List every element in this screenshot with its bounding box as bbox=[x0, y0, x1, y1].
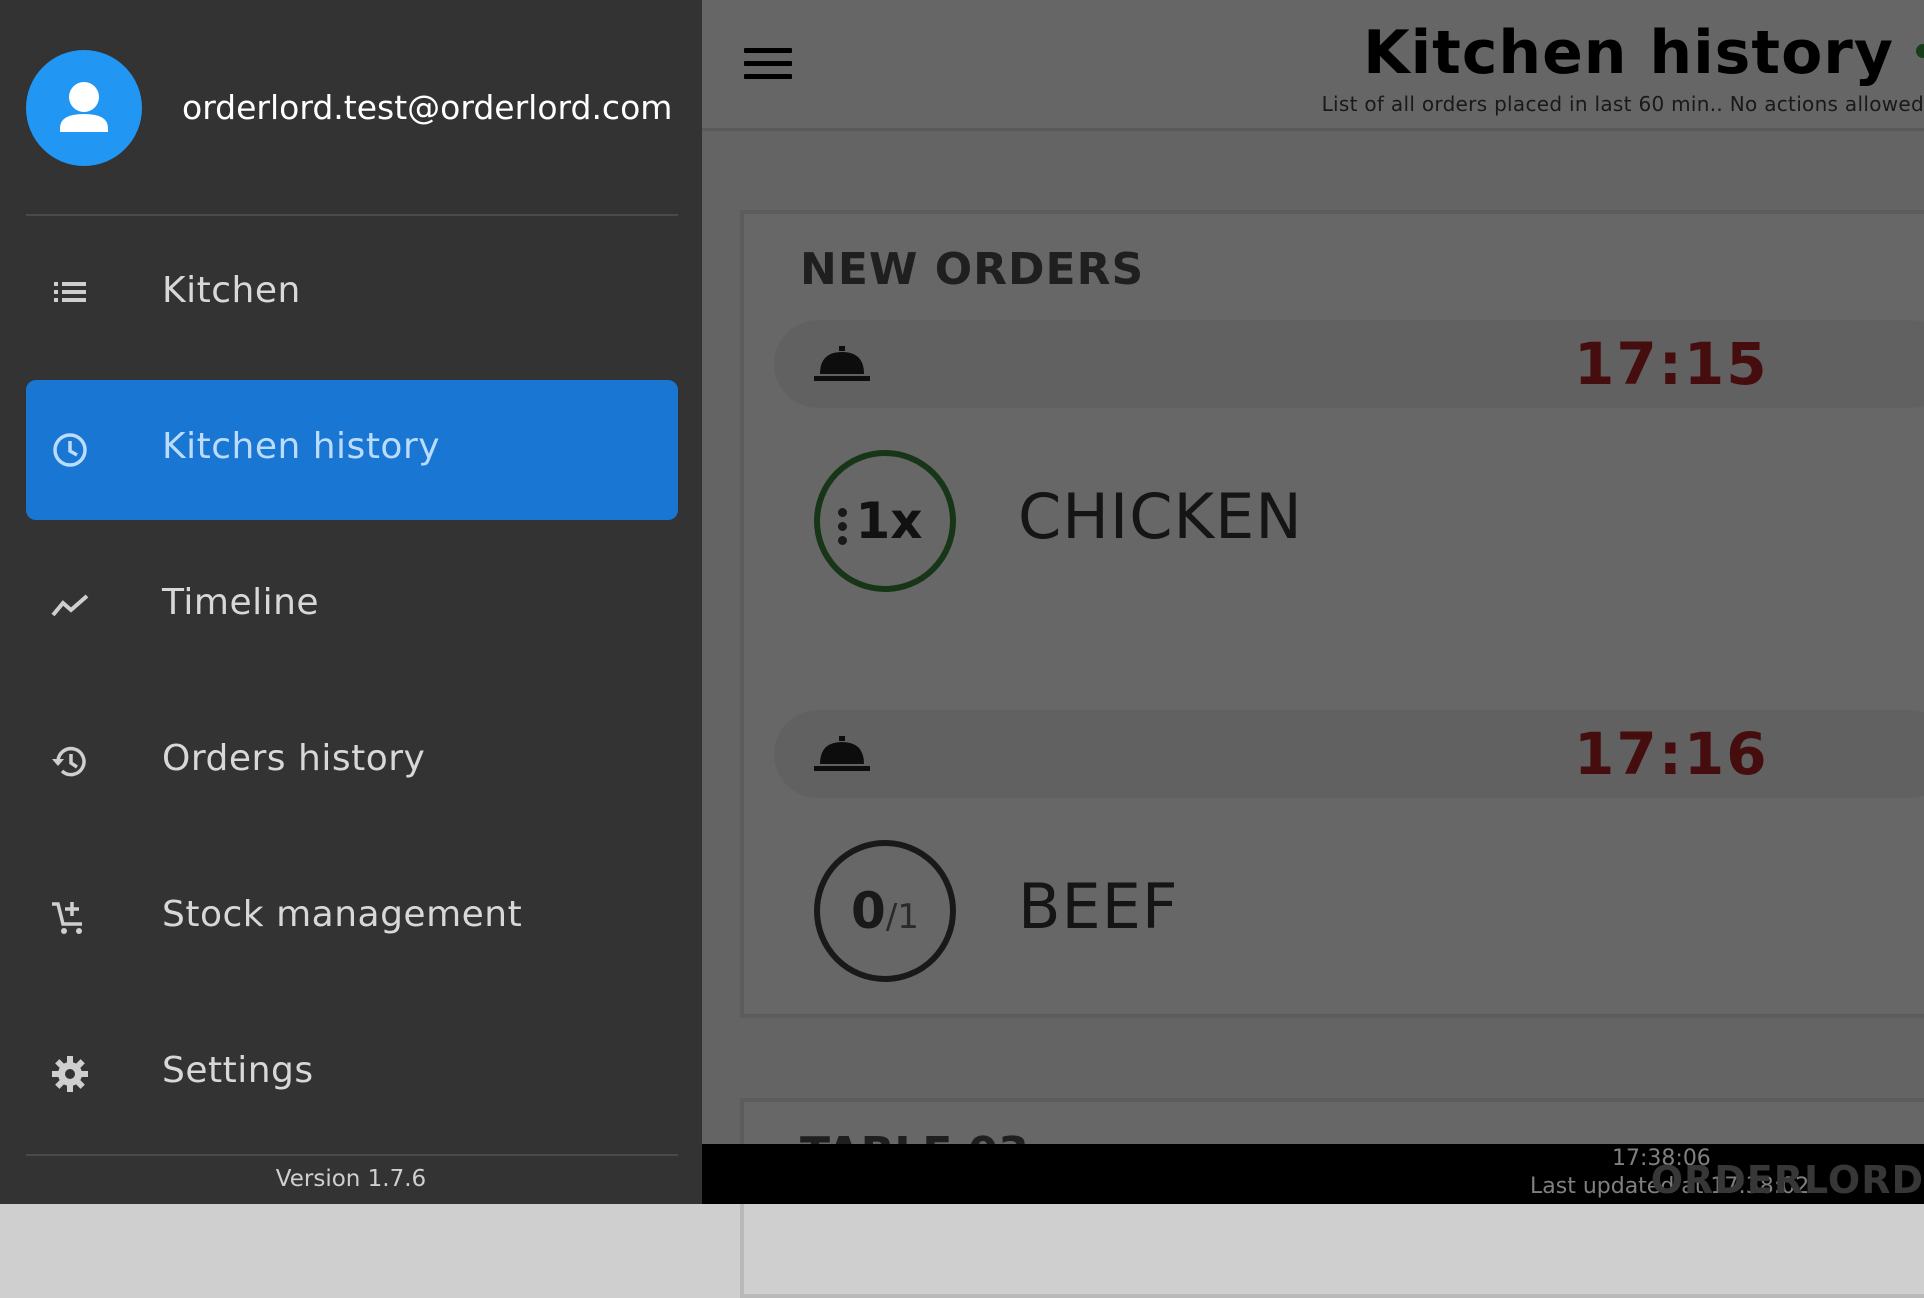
clock-icon bbox=[53, 433, 87, 467]
divider bbox=[26, 214, 678, 216]
nav-label: Kitchen history bbox=[162, 426, 441, 467]
nav-item-stock-management[interactable]: Stock management bbox=[26, 848, 678, 988]
list-icon bbox=[54, 282, 86, 302]
app-version: Version 1.7.6 bbox=[275, 1166, 427, 1192]
nav-label: Settings bbox=[162, 1050, 314, 1091]
user-email: orderlord.test@orderlord.com bbox=[182, 88, 673, 127]
cart-add-icon bbox=[52, 902, 82, 934]
nav-item-orders-history[interactable]: Orders history bbox=[26, 692, 678, 832]
nav-item-settings[interactable]: Settings bbox=[26, 1004, 678, 1144]
trend-icon bbox=[51, 594, 89, 617]
history-icon bbox=[52, 746, 86, 777]
divider bbox=[26, 1154, 678, 1156]
person-icon bbox=[60, 82, 108, 132]
nav-item-kitchen-history[interactable]: Kitchen history bbox=[26, 380, 678, 520]
navigation-drawer: orderlord.test@orderlord.com Kitchen Kit… bbox=[0, 0, 702, 1204]
nav-item-timeline[interactable]: Timeline bbox=[26, 536, 678, 676]
nav-label: Stock management bbox=[162, 894, 523, 935]
nav-label: Orders history bbox=[162, 738, 426, 779]
nav-label: Timeline bbox=[162, 582, 320, 623]
nav-label: Kitchen bbox=[162, 270, 301, 311]
nav-item-kitchen[interactable]: Kitchen bbox=[26, 224, 678, 364]
avatar[interactable] bbox=[26, 50, 142, 166]
gear-icon bbox=[52, 1056, 88, 1092]
